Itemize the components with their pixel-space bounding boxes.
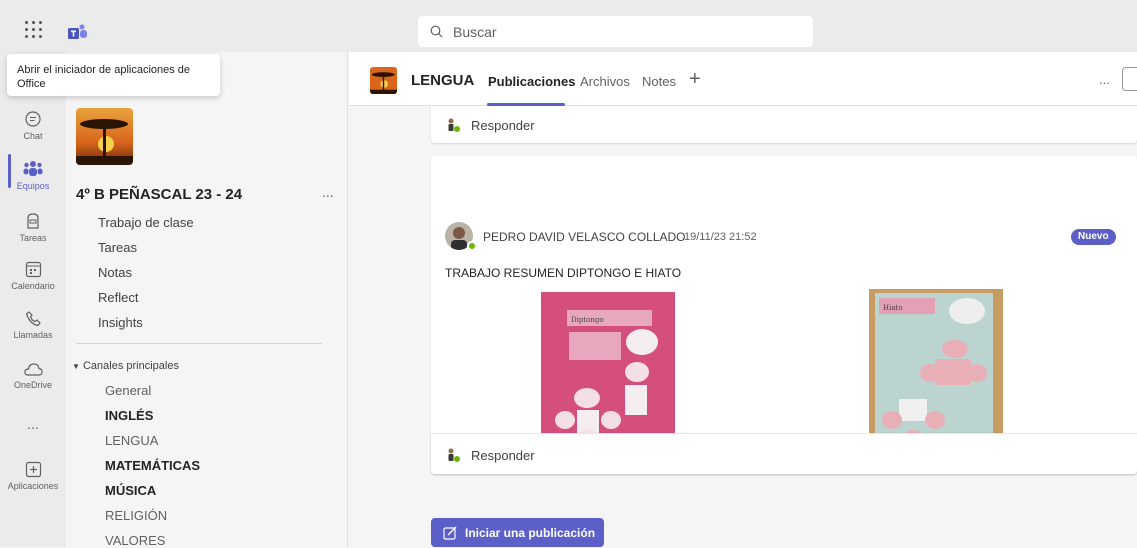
more-options-icon[interactable]: ... xyxy=(1099,72,1110,87)
rail-label-apps: Aplicaciones xyxy=(7,481,59,491)
nav-class-work[interactable]: Trabajo de clase xyxy=(98,215,194,230)
channels-section-label: Canales principales xyxy=(82,360,179,372)
tab-notes[interactable]: Notes xyxy=(642,74,676,89)
divider xyxy=(76,343,322,344)
calendar-icon xyxy=(25,261,41,278)
main-content: LENGUA Publicaciones Archivos Notes + ..… xyxy=(349,52,1137,547)
title-bar: Buscar xyxy=(0,0,1137,52)
chevron-down-icon: ▼ xyxy=(72,362,80,371)
channel-religion[interactable]: RELIGIÓN xyxy=(105,508,167,523)
teams-logo-icon xyxy=(68,24,87,39)
post-card xyxy=(431,156,1137,474)
rail-more[interactable]: ... xyxy=(0,416,66,466)
rail-label-calls: Llamadas xyxy=(13,330,53,340)
channel-ingles[interactable]: INGLÉS xyxy=(105,408,153,423)
channel-avatar xyxy=(370,67,397,94)
poster-title-hiato: Hiato xyxy=(883,304,903,312)
presence-available-icon xyxy=(467,241,477,251)
app-launcher-tooltip: Abrir el iniciador de aplicaciones de Of… xyxy=(7,54,220,96)
compose-icon xyxy=(443,526,457,540)
rail-label-calendar: Calendario xyxy=(11,281,55,291)
reply-label: Responder xyxy=(471,117,535,133)
calls-icon xyxy=(25,311,41,327)
app-rail: Chat Equipos Tareas Calendario Llamadas … xyxy=(0,52,66,547)
rail-calls[interactable]: Llamadas xyxy=(0,310,66,360)
rail-teams[interactable]: Equipos xyxy=(0,160,66,210)
search-placeholder: Buscar xyxy=(453,23,497,40)
add-apps-icon xyxy=(25,461,41,478)
post-text: TRABAJO RESUMEN DIPTONGO E HIATO xyxy=(445,266,682,280)
rail-label-onedrive: OneDrive xyxy=(13,380,52,390)
cloud-icon xyxy=(23,363,43,376)
rail-onedrive[interactable]: OneDrive xyxy=(0,362,66,412)
rail-assignments[interactable]: Tareas xyxy=(0,212,66,262)
channel-general[interactable]: General xyxy=(105,383,151,398)
channel-valores[interactable]: VALORES xyxy=(105,533,165,548)
chat-icon xyxy=(25,111,41,127)
team-avatar[interactable] xyxy=(76,108,133,165)
post-footer: Responder xyxy=(431,433,1137,474)
previous-post-footer: Responder xyxy=(431,106,1137,143)
add-tab-icon[interactable]: + xyxy=(689,68,701,91)
channel-matematicas[interactable]: MATEMÁTICAS xyxy=(105,458,200,473)
post-timestamp: 19/11/23 21:52 xyxy=(684,231,757,243)
reply-avatar-icon xyxy=(448,448,460,462)
rail-chat[interactable]: Chat xyxy=(0,110,66,160)
tab-files[interactable]: Archivos xyxy=(580,74,630,89)
channels-section-header[interactable]: ▼ Canales principales xyxy=(72,360,179,372)
post-author[interactable]: PEDRO DAVID VELASCO COLLADO xyxy=(483,230,686,244)
team-panel: 4º B PEÑASCAL 23 - 24 ... Trabajo de cla… xyxy=(66,52,348,548)
reply-button[interactable]: Responder xyxy=(445,117,535,133)
app-launcher-icon[interactable] xyxy=(25,21,43,39)
rail-label-teams: Equipos xyxy=(16,181,50,191)
channel-musica[interactable]: MÚSICA xyxy=(105,483,156,498)
reply-button[interactable]: Responder xyxy=(445,447,535,463)
rail-apps[interactable]: Aplicaciones xyxy=(0,461,66,511)
sunset-tree-image xyxy=(370,67,397,94)
nav-insights[interactable]: Insights xyxy=(98,315,143,330)
poster-title-diptongo: Diptongo xyxy=(571,316,604,324)
nav-assignments[interactable]: Tareas xyxy=(98,240,137,255)
rail-label-chat: Chat xyxy=(23,131,43,141)
meet-button[interactable] xyxy=(1122,67,1137,91)
new-badge: Nuevo xyxy=(1071,229,1116,245)
reply-label: Responder xyxy=(471,447,535,463)
more-icon: ... xyxy=(27,416,39,432)
tab-posts[interactable]: Publicaciones xyxy=(488,74,575,89)
new-post-button[interactable]: Iniciar una publicación xyxy=(431,518,604,547)
nav-notes[interactable]: Notas xyxy=(98,265,132,280)
sunset-tree-image xyxy=(76,108,133,165)
teams-icon xyxy=(23,161,43,176)
nav-reflect[interactable]: Reflect xyxy=(98,290,138,305)
team-more-icon[interactable]: ... xyxy=(322,184,334,200)
channel-lengua[interactable]: LENGUA xyxy=(105,433,158,448)
assignments-icon xyxy=(27,213,39,229)
rail-label-assignments: Tareas xyxy=(19,233,47,243)
new-post-label: Iniciar una publicación xyxy=(465,525,596,540)
rail-calendar[interactable]: Calendario xyxy=(0,261,66,311)
channel-title: LENGUA xyxy=(411,72,475,89)
channel-header: LENGUA Publicaciones Archivos Notes + ..… xyxy=(349,52,1137,106)
reply-avatar-icon xyxy=(448,118,460,132)
search-icon xyxy=(430,25,443,38)
team-name[interactable]: 4º B PEÑASCAL 23 - 24 xyxy=(76,186,242,203)
search-input[interactable]: Buscar xyxy=(418,16,813,47)
